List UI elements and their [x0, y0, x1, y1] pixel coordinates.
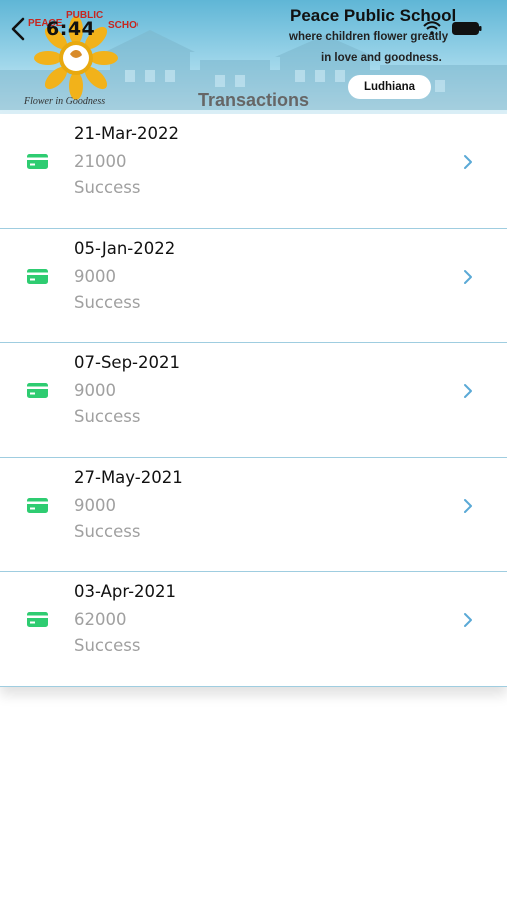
transaction-row[interactable]: 05-Jan-2022 9000 Success	[0, 228, 507, 343]
wifi-icon	[423, 21, 441, 35]
chevron-right-icon[interactable]	[461, 382, 475, 400]
chevron-right-icon[interactable]	[461, 268, 475, 286]
transaction-amount: 21000	[74, 152, 127, 171]
transaction-row[interactable]: 21-Mar-2022 21000 Success	[0, 114, 507, 229]
transaction-amount: 62000	[74, 610, 127, 629]
transaction-row[interactable]: 07-Sep-2021 9000 Success	[0, 343, 507, 458]
transaction-date: 07-Sep-2021	[74, 353, 180, 372]
transaction-amount: 9000	[74, 381, 116, 400]
credit-card-icon	[27, 497, 48, 513]
transaction-status: Success	[74, 292, 141, 312]
page-title: Transactions	[197, 90, 310, 110]
transaction-amount: 9000	[74, 495, 116, 515]
credit-card-icon	[27, 268, 48, 284]
transaction-row[interactable]: 27-May-2021 9000 Success	[0, 457, 507, 572]
transaction-row[interactable]: 03-Apr-2021 62000 Success	[0, 572, 507, 687]
header-banner: PEACE PUBLIC SCHOOL Flower in Goodness 6…	[0, 0, 507, 116]
school-tagline-line2: in love and goodness.	[321, 52, 442, 64]
credit-card-icon	[27, 154, 48, 169]
chevron-right-icon[interactable]	[461, 611, 475, 629]
transaction-status: Success	[74, 636, 141, 655]
credit-card-icon	[27, 383, 48, 398]
battery-icon	[452, 22, 482, 35]
app-screen: PEACE PUBLIC SCHOOL Flower in Goodness 6…	[0, 0, 507, 900]
transaction-status: Success	[74, 178, 141, 197]
status-time: 6:44	[46, 18, 96, 40]
transaction-status: Success	[74, 521, 141, 541]
transactions-list: 21-Mar-2022 21000 Success 05-Jan-2022 90…	[0, 114, 507, 687]
chevron-right-icon[interactable]	[461, 497, 475, 515]
transaction-status: Success	[74, 407, 141, 426]
transaction-date: 27-May-2021	[74, 467, 183, 487]
back-arrow-icon[interactable]	[8, 16, 30, 42]
transaction-amount: 9000	[74, 266, 116, 286]
transaction-date: 03-Apr-2021	[74, 582, 177, 601]
chevron-right-icon[interactable]	[461, 153, 475, 171]
transaction-date: 21-Mar-2022	[74, 124, 179, 143]
svg-text:SCHOOL: SCHOOL	[108, 20, 138, 31]
credit-card-icon	[27, 612, 48, 627]
transaction-date: 05-Jan-2022	[74, 238, 176, 258]
